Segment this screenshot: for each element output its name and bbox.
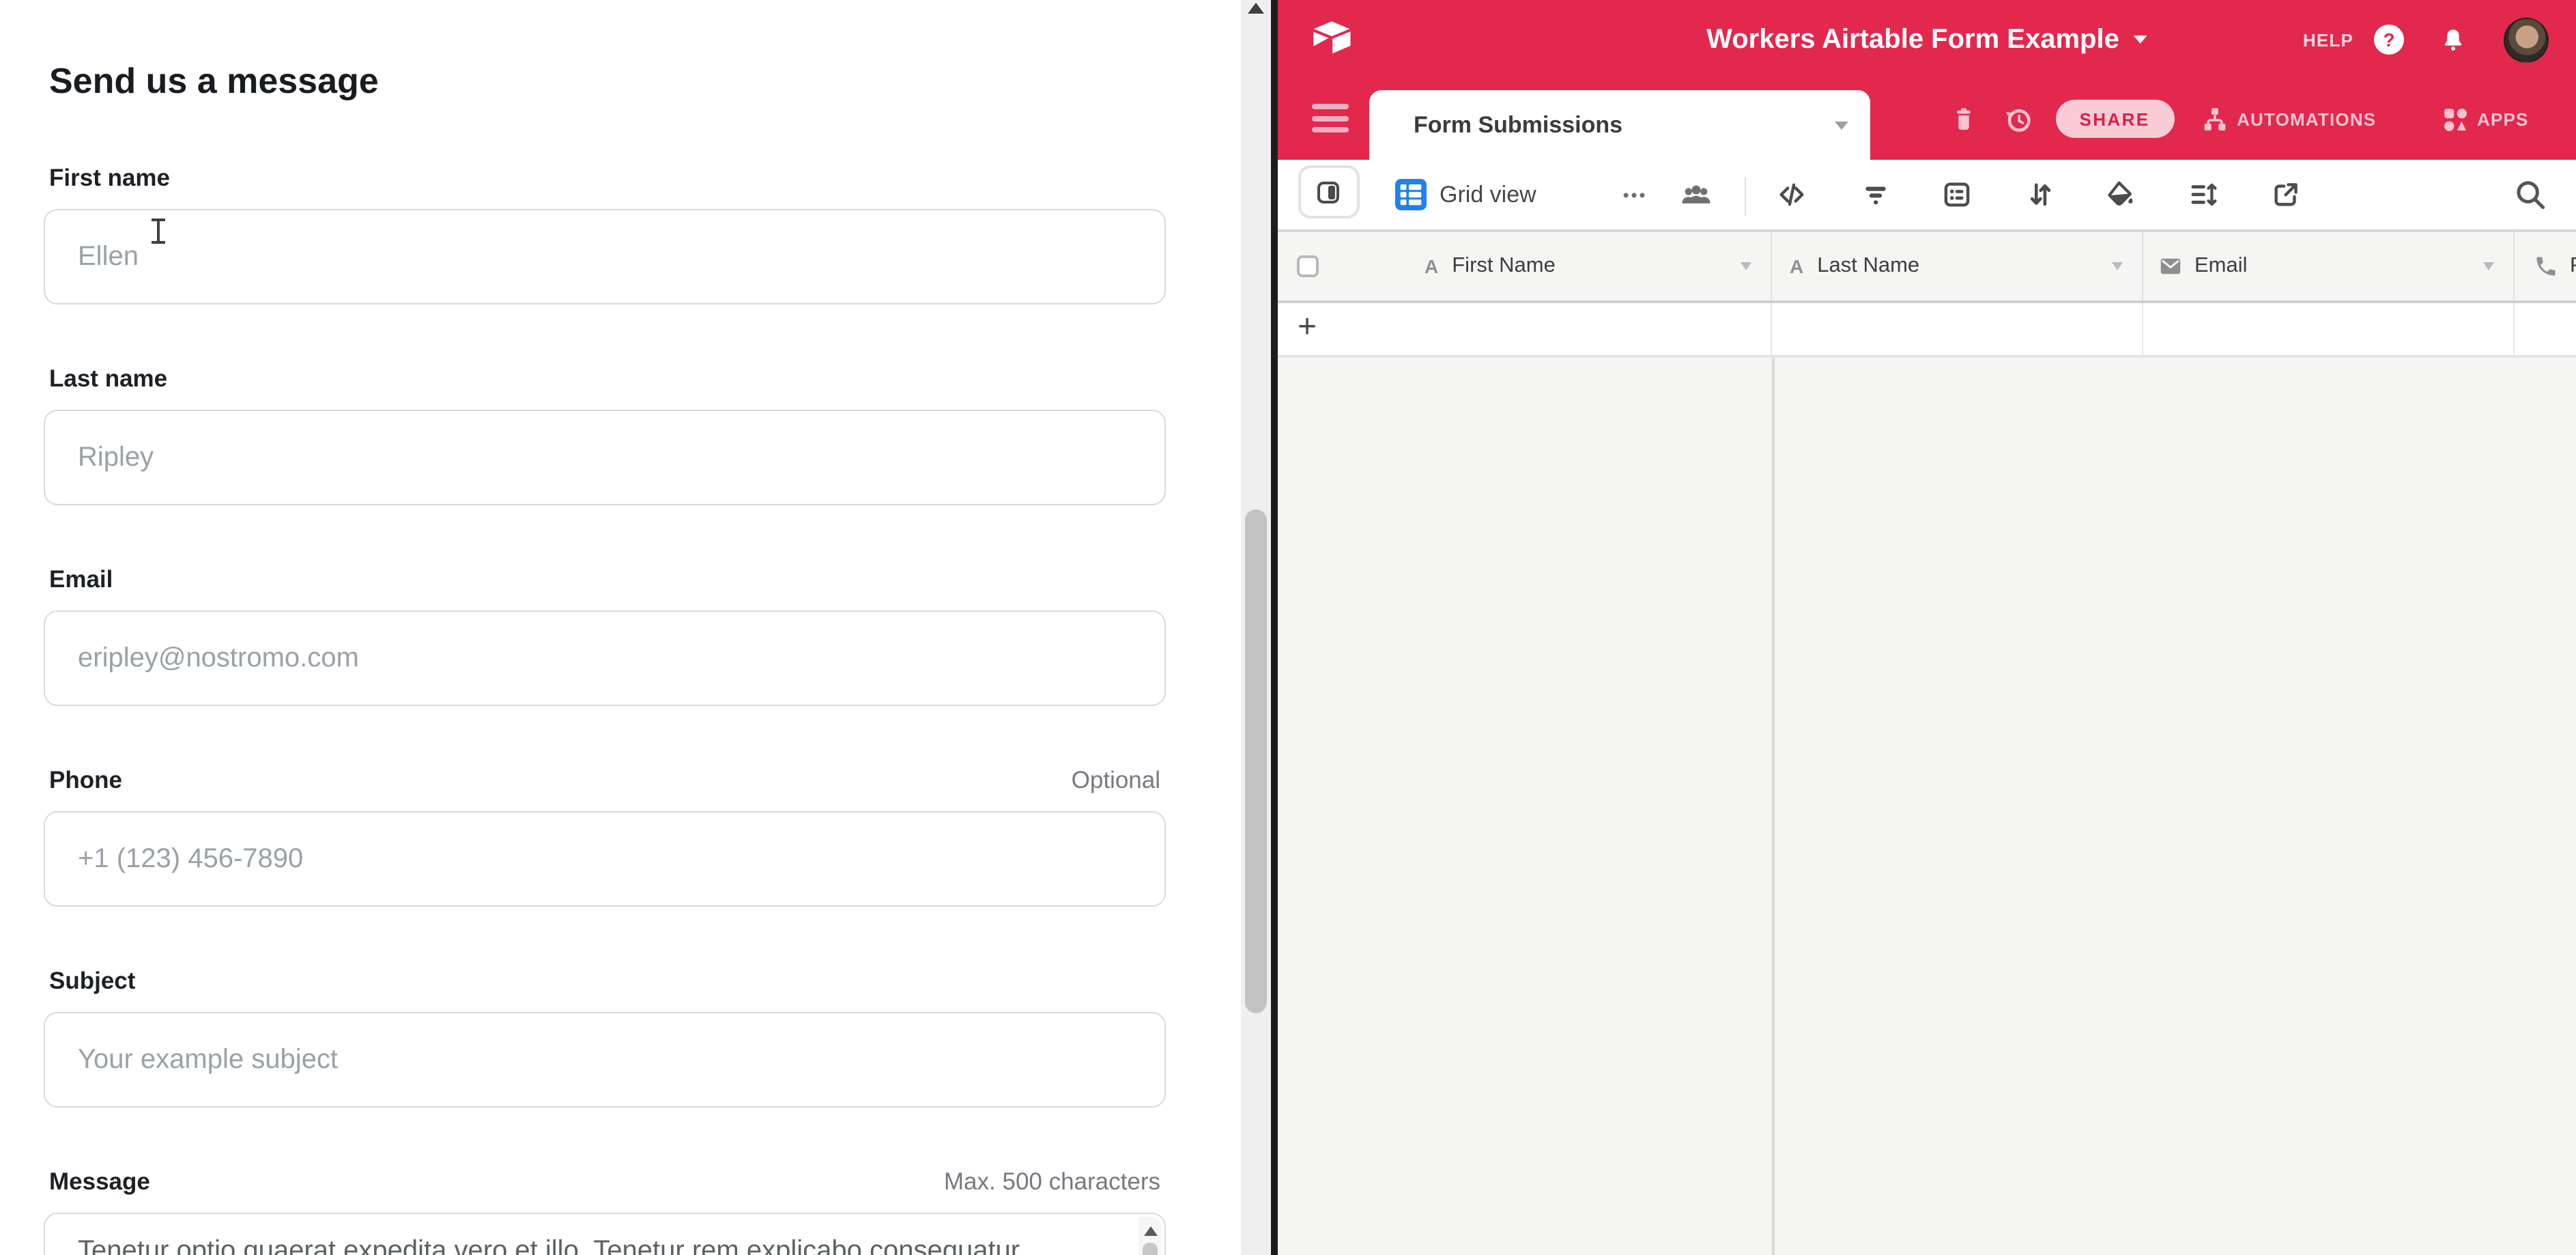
notifications-bell-icon[interactable] <box>2439 25 2467 54</box>
airtable-panel: Workers Airtable Form Example HELP ? For… <box>1277 0 2576 1255</box>
base-title-caret-icon <box>2133 36 2147 44</box>
column-menu-caret-icon[interactable] <box>2482 262 2493 270</box>
grid-empty-area <box>1277 358 2576 1255</box>
history-icon[interactable] <box>2002 79 2033 160</box>
panel-toggle-icon <box>1317 181 1339 203</box>
trash-icon[interactable] <box>1949 79 1977 160</box>
airtable-topbar: Workers Airtable Form Example HELP ? <box>1277 0 2576 79</box>
help-button[interactable]: HELP <box>2303 29 2353 50</box>
message-scrollbar[interactable] <box>1139 1217 1162 1255</box>
phone-input[interactable] <box>44 811 1166 907</box>
grid-header-row: A First Name A Last Name Email <box>1277 232 2576 303</box>
frozen-column-divider[interactable] <box>1772 358 1774 1255</box>
add-row-row: + <box>1277 303 2576 358</box>
subject-input[interactable] <box>44 1012 1166 1108</box>
window-divider[interactable] <box>1271 0 1277 1255</box>
collaborators-icon[interactable] <box>1678 160 1713 229</box>
phone-label: Phone <box>49 766 122 795</box>
column-header-email[interactable]: Email <box>2143 232 2514 300</box>
group-icon[interactable] <box>1941 160 1972 229</box>
column-name: Email <box>2194 254 2248 279</box>
apps-label: APPS <box>2477 109 2529 130</box>
sidebar-menu-icon[interactable] <box>1311 104 1348 132</box>
phone-optional-hint: Optional <box>1072 766 1160 795</box>
add-row-button[interactable]: + <box>1298 309 1317 347</box>
page-scrollbar-thumb[interactable] <box>1245 509 1267 1013</box>
message-textarea[interactable]: Tenetur optio quaerat expedita vero et i… <box>44 1213 1166 1255</box>
automations-button[interactable]: AUTOMATIONS <box>2200 79 2376 160</box>
first-name-label: First name <box>49 164 170 193</box>
scroll-up-icon[interactable] <box>1143 1226 1157 1236</box>
message-label: Message <box>49 1168 150 1196</box>
empty-cell[interactable] <box>1772 303 2143 355</box>
add-row-cell[interactable]: + <box>1277 303 1772 355</box>
base-title-menu[interactable]: Workers Airtable Form Example <box>1706 0 2147 79</box>
page-scrollbar[interactable] <box>1241 0 1271 1255</box>
phone-icon <box>2533 254 2558 279</box>
share-button[interactable]: SHARE <box>2055 100 2174 138</box>
view-name: Grid view <box>1440 181 1536 208</box>
page-title: Send us a message <box>49 60 1166 102</box>
column-name: Last Name <box>1817 254 1919 279</box>
column-menu-caret-icon[interactable] <box>2111 262 2122 270</box>
grid-view-icon <box>1394 179 1426 210</box>
airtable-tabbar: Form Submissions SHARE <box>1277 79 2576 160</box>
email-label: Email <box>49 565 113 594</box>
text-field-type-icon: A <box>1425 255 1438 277</box>
email-input[interactable] <box>44 610 1166 706</box>
column-header-phone[interactable]: Phone <box>2514 232 2576 300</box>
apps-button[interactable]: APPS <box>2440 79 2529 160</box>
user-avatar[interactable] <box>2504 17 2549 62</box>
color-icon[interactable] <box>2103 160 2134 229</box>
screen: Send us a message First name Last name E… <box>0 0 2576 1255</box>
active-table-name: Form Submissions <box>1414 111 1622 139</box>
column-name: Phone <box>2570 254 2576 279</box>
filter-icon[interactable] <box>1860 160 1890 229</box>
hide-fields-icon[interactable] <box>1775 160 1807 229</box>
base-title: Workers Airtable Form Example <box>1706 24 2119 55</box>
message-text: Tenetur optio quaerat expedita vero et i… <box>45 1214 1164 1255</box>
view-options-ellipsis-icon[interactable] <box>1618 160 1648 229</box>
view-toolbar: Grid view <box>1277 160 2576 232</box>
view-sidebar-toggle-button[interactable] <box>1298 165 1359 218</box>
text-cursor-icon <box>150 216 167 246</box>
message-maxlength-hint: Max. 500 characters <box>944 1168 1160 1196</box>
view-switcher-button[interactable]: Grid view <box>1394 160 1536 229</box>
last-name-input[interactable] <box>44 410 1166 505</box>
sort-icon[interactable] <box>2024 160 2055 229</box>
contact-form-pane: Send us a message First name Last name E… <box>0 0 1241 1255</box>
share-view-icon[interactable] <box>2270 160 2301 229</box>
last-name-label: Last name <box>49 365 167 393</box>
airtable-logo-icon[interactable] <box>1311 19 1352 63</box>
select-all-checkbox[interactable] <box>1296 255 1318 277</box>
table-tab-caret-icon <box>1834 121 1848 129</box>
text-field-type-icon: A <box>1790 255 1803 277</box>
column-header-last-name[interactable]: A Last Name <box>1772 232 2143 300</box>
empty-cell[interactable] <box>2514 303 2576 355</box>
column-menu-caret-icon[interactable] <box>1741 262 1751 270</box>
column-name: First Name <box>1452 254 1556 279</box>
message-scrollbar-thumb[interactable] <box>1143 1243 1158 1255</box>
search-icon[interactable] <box>2513 160 2547 229</box>
toolbar-divider <box>1744 178 1746 216</box>
subject-label: Subject <box>49 967 135 996</box>
row-height-icon[interactable] <box>2186 160 2218 229</box>
empty-cell[interactable] <box>2143 303 2514 355</box>
envelope-icon <box>2158 254 2182 279</box>
column-header-first-name[interactable]: A First Name <box>1277 232 1772 300</box>
tab-form-submissions[interactable]: Form Submissions <box>1369 90 1870 160</box>
automations-label: AUTOMATIONS <box>2237 109 2376 130</box>
help-question-icon[interactable]: ? <box>2374 25 2404 55</box>
scrollbar-up-arrow-icon[interactable] <box>1248 3 1264 14</box>
first-name-input[interactable] <box>44 209 1166 305</box>
